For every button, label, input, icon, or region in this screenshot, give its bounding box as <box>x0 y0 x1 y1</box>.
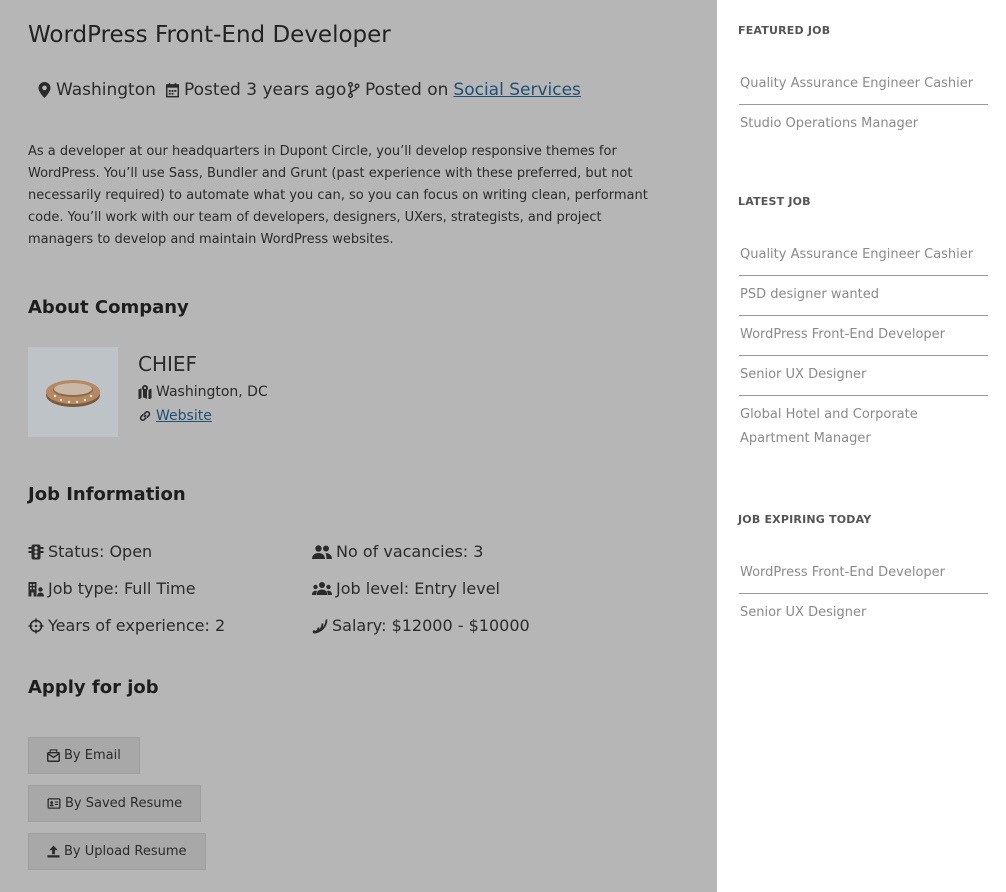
apply-by-saved-resume-button[interactable]: By Saved Resume <box>28 785 202 822</box>
latest-job-item[interactable]: PSD designer wanted <box>739 276 988 316</box>
money-signal-icon <box>312 618 328 633</box>
belt-logo-image <box>46 380 100 407</box>
job-title: WordPress Front-End Developer <box>28 22 391 48</box>
job-expiring-today-list: WordPress Front-End Developer Senior UX … <box>739 554 988 633</box>
traffic-light-icon <box>28 544 44 559</box>
featured-job-item[interactable]: Quality Assurance Engineer Cashier <box>739 65 988 105</box>
crosshairs-icon <box>28 618 44 633</box>
latest-job-item[interactable]: Global Hotel and Corporate Apartment Man… <box>739 396 988 459</box>
job-status: Status: Open <box>28 542 152 561</box>
about-company-heading: About Company <box>28 297 189 318</box>
latest-job-item[interactable]: Senior UX Designer <box>739 356 988 396</box>
upload-icon <box>47 845 60 858</box>
company-logo <box>28 347 118 437</box>
latest-job-item[interactable]: Quality Assurance Engineer Cashier <box>739 236 988 276</box>
job-level: Job level: Entry level <box>312 579 500 598</box>
job-vacancies: No of vacancies: 3 <box>312 542 483 561</box>
latest-job-list: Quality Assurance Engineer Cashier PSD d… <box>739 236 988 459</box>
apply-for-job-heading: Apply for job <box>28 677 159 698</box>
job-experience: Years of experience: 2 <box>28 616 225 635</box>
job-type-text: Job type: Full Time <box>48 579 196 598</box>
expiring-job-item[interactable]: Senior UX Designer <box>739 594 988 633</box>
job-location-text: Washington <box>56 80 156 100</box>
job-posted-date: Posted 3 years ago <box>166 80 346 100</box>
featured-job-heading: FEATURED JOB <box>738 24 831 37</box>
job-description: As a developer at our headquarters in Du… <box>28 144 648 247</box>
users-icon <box>312 544 332 559</box>
users-group-icon <box>312 581 332 595</box>
job-status-text: Status: Open <box>48 542 153 561</box>
inbox-envelope-icon <box>47 749 60 762</box>
job-posted-text: Posted 3 years ago <box>184 80 347 100</box>
company-name: CHIEF <box>138 352 198 376</box>
job-salary-text: Salary: $12000 - $10000 <box>332 616 530 635</box>
posted-on-label: Posted on <box>365 80 449 100</box>
apply-by-upload-resume-label: By Upload Resume <box>64 844 187 859</box>
job-experience-text: Years of experience: 2 <box>48 616 226 635</box>
apply-by-email-button[interactable]: By Email <box>28 737 140 774</box>
company-location: Washington, DC <box>138 384 268 400</box>
company-location-text: Washington, DC <box>156 384 268 400</box>
company-website: Website <box>138 408 212 424</box>
building-user-icon <box>28 581 44 596</box>
latest-job-heading: LATEST JOB <box>738 195 811 208</box>
apply-by-saved-resume-label: By Saved Resume <box>65 796 183 811</box>
job-location: Washington <box>38 80 156 100</box>
map-location-icon <box>138 385 152 399</box>
job-level-text: Job level: Entry level <box>336 579 500 598</box>
branch-icon <box>348 82 360 98</box>
apply-by-email-label: By Email <box>64 748 121 763</box>
id-card-icon <box>47 798 61 809</box>
featured-job-list: Quality Assurance Engineer Cashier Studi… <box>739 65 988 144</box>
calendar-icon <box>166 83 179 98</box>
company-website-link[interactable]: Website <box>156 408 212 424</box>
job-category-link[interactable]: Social Services <box>453 80 581 100</box>
job-expiring-today-heading: JOB EXPIRING TODAY <box>738 513 872 526</box>
job-salary: Salary: $12000 - $10000 <box>312 616 530 635</box>
job-information-heading: Job Information <box>28 484 186 505</box>
job-type: Job type: Full Time <box>28 579 196 598</box>
latest-job-item[interactable]: WordPress Front-End Developer <box>739 316 988 356</box>
link-icon <box>139 411 151 421</box>
expiring-job-item[interactable]: WordPress Front-End Developer <box>739 554 988 594</box>
apply-by-upload-resume-button[interactable]: By Upload Resume <box>28 833 206 870</box>
map-marker-icon <box>38 82 51 98</box>
job-vacancies-text: No of vacancies: 3 <box>336 542 484 561</box>
job-category: Posted on Social Services <box>347 80 581 100</box>
job-detail-main: WordPress Front-End Developer Washington… <box>0 0 717 892</box>
featured-job-item[interactable]: Studio Operations Manager <box>739 105 988 144</box>
